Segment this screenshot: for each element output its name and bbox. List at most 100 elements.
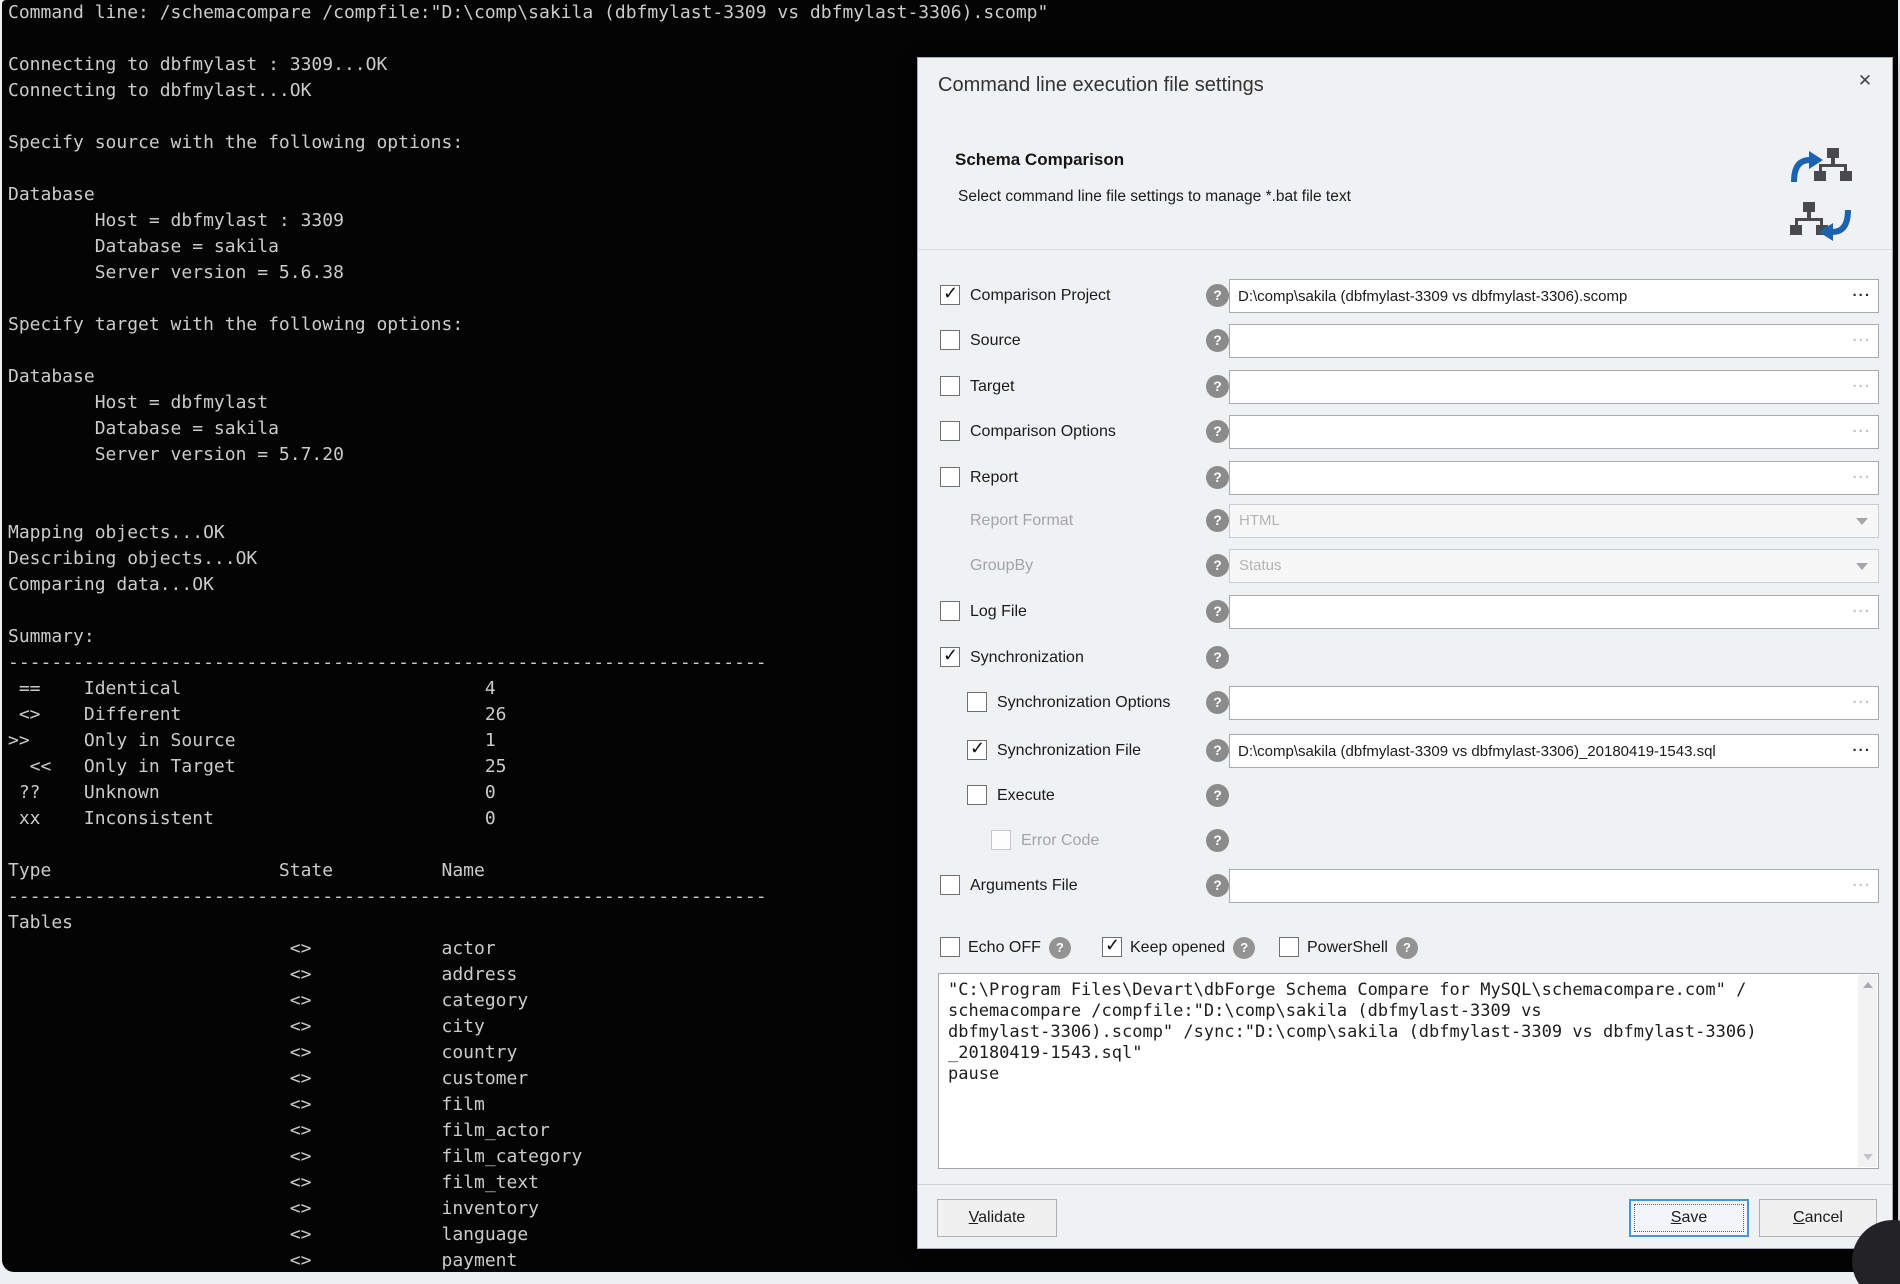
- source-checkbox[interactable]: [940, 330, 960, 350]
- scroll-down-icon[interactable]: [1863, 1154, 1873, 1160]
- help-icon[interactable]: ?: [1206, 874, 1229, 897]
- browse-button[interactable]: ...: [1852, 690, 1871, 707]
- help-icon[interactable]: ?: [1206, 420, 1229, 443]
- help-icon[interactable]: ?: [1206, 284, 1229, 307]
- row-target: Target ? ...: [918, 370, 1892, 404]
- help-icon[interactable]: ?: [1206, 509, 1229, 532]
- validate-button[interactable]: Validate: [937, 1199, 1057, 1237]
- log-file-input[interactable]: [1229, 595, 1879, 629]
- cancel-mnemonic: C: [1793, 1209, 1805, 1226]
- comparison-project-checkbox[interactable]: [940, 285, 960, 305]
- browse-button[interactable]: ...: [1852, 283, 1871, 300]
- report-format-label: Report Format: [970, 504, 1073, 538]
- header-divider: [918, 249, 1892, 250]
- synchronization-label: Synchronization: [970, 641, 1084, 675]
- powershell-checkbox[interactable]: [1279, 937, 1299, 957]
- report-input[interactable]: [1229, 461, 1879, 495]
- echo-off-checkbox[interactable]: [940, 937, 960, 957]
- row-synchronization: Synchronization ?: [918, 641, 1892, 675]
- help-icon[interactable]: ?: [1206, 691, 1229, 714]
- help-icon[interactable]: ?: [1206, 554, 1229, 577]
- row-comparison-options: Comparison Options ? ...: [918, 415, 1892, 449]
- target-checkbox[interactable]: [940, 376, 960, 396]
- report-format-combobox: HTML: [1229, 504, 1879, 538]
- row-bat-options: Echo OFF? Keep opened? PowerShell?: [918, 931, 1892, 965]
- bat-file-text: "C:\Program Files\Devart\dbForge Schema …: [948, 980, 1852, 1164]
- synchronization-options-input[interactable]: [1229, 686, 1879, 720]
- browse-button[interactable]: ...: [1852, 419, 1871, 436]
- arguments-file-input[interactable]: [1229, 869, 1879, 903]
- row-log-file: Log File ? ...: [918, 595, 1892, 629]
- help-icon[interactable]: ?: [1206, 784, 1229, 807]
- comparison-project-label: Comparison Project: [970, 279, 1111, 313]
- bat-file-textarea[interactable]: "C:\Program Files\Devart\dbForge Schema …: [938, 973, 1879, 1169]
- synchronization-file-label: Synchronization File: [997, 734, 1141, 768]
- synchronization-checkbox[interactable]: [940, 647, 960, 667]
- help-icon[interactable]: ?: [1206, 646, 1229, 669]
- screenshot-root: Command line: /schemacompare /compfile:"…: [0, 0, 1900, 1284]
- row-groupby: GroupBy ? Status: [918, 549, 1892, 583]
- row-error-code: Error Code ?: [918, 824, 1892, 858]
- row-synchronization-options: Synchronization Options ? ...: [918, 686, 1892, 720]
- report-checkbox[interactable]: [940, 467, 960, 487]
- help-icon[interactable]: ?: [1206, 329, 1229, 352]
- help-icon[interactable]: ?: [1206, 739, 1229, 762]
- browse-button[interactable]: ...: [1852, 599, 1871, 616]
- save-button[interactable]: Save: [1629, 1199, 1749, 1237]
- synchronization-options-checkbox[interactable]: [967, 692, 987, 712]
- browse-button[interactable]: ...: [1852, 328, 1871, 345]
- close-icon[interactable]: ✕: [1850, 66, 1880, 96]
- validate-rest: alidate: [978, 1209, 1025, 1226]
- keep-opened-label: Keep opened?: [1130, 931, 1255, 965]
- arguments-file-checkbox[interactable]: [940, 875, 960, 895]
- textarea-scrollbar[interactable]: [1858, 975, 1877, 1167]
- synchronization-file-input[interactable]: [1229, 734, 1879, 768]
- execute-checkbox[interactable]: [967, 785, 987, 805]
- help-icon[interactable]: ?: [1206, 829, 1229, 852]
- synchronization-file-checkbox[interactable]: [967, 740, 987, 760]
- help-icon[interactable]: ?: [1049, 937, 1071, 959]
- save-rest: ave: [1681, 1209, 1707, 1226]
- target-input[interactable]: [1229, 370, 1879, 404]
- browse-button[interactable]: ...: [1852, 873, 1871, 890]
- dialog-subtitle: Select command line file settings to man…: [958, 188, 1351, 206]
- row-arguments-file: Arguments File ? ...: [918, 869, 1892, 903]
- browse-button[interactable]: ...: [1852, 374, 1871, 391]
- source-input[interactable]: [1229, 324, 1879, 358]
- command-line-settings-dialog: Command line execution file settings ✕ S…: [917, 57, 1893, 1249]
- comparison-options-checkbox[interactable]: [940, 421, 960, 441]
- scroll-up-icon[interactable]: [1863, 982, 1873, 988]
- help-icon[interactable]: ?: [1396, 937, 1418, 959]
- comparison-project-input[interactable]: [1229, 279, 1879, 313]
- validate-mnemonic: V: [969, 1209, 978, 1226]
- echo-off-label: Echo OFF?: [968, 931, 1071, 965]
- help-icon[interactable]: ?: [1206, 466, 1229, 489]
- dialog-title: Command line execution file settings: [938, 74, 1264, 97]
- row-source: Source ? ...: [918, 324, 1892, 358]
- source-label: Source: [970, 324, 1021, 358]
- keep-opened-text: Keep opened: [1130, 939, 1225, 956]
- error-code-checkbox: [991, 830, 1011, 850]
- chevron-down-icon: [1856, 518, 1868, 525]
- terminal-output: Command line: /schemacompare /compfile:"…: [8, 0, 1048, 1272]
- browse-button[interactable]: ...: [1852, 738, 1871, 755]
- row-comparison-project: Comparison Project ? ...: [918, 279, 1892, 313]
- keep-opened-checkbox[interactable]: [1102, 937, 1122, 957]
- error-code-label: Error Code: [1021, 824, 1099, 858]
- help-icon[interactable]: ?: [1206, 375, 1229, 398]
- groupby-label: GroupBy: [970, 549, 1033, 583]
- schema-comparison-heading: Schema Comparison: [955, 150, 1124, 170]
- cancel-button[interactable]: Cancel: [1759, 1199, 1877, 1237]
- target-label: Target: [970, 370, 1014, 404]
- row-report: Report ? ...: [918, 461, 1892, 495]
- help-icon[interactable]: ?: [1206, 600, 1229, 623]
- help-icon[interactable]: ?: [1233, 937, 1255, 959]
- cancel-rest: ancel: [1805, 1209, 1843, 1226]
- browse-button[interactable]: ...: [1852, 465, 1871, 482]
- comparison-options-label: Comparison Options: [970, 415, 1116, 449]
- echo-off-text: Echo OFF: [968, 939, 1041, 956]
- arguments-file-label: Arguments File: [970, 869, 1078, 903]
- log-file-checkbox[interactable]: [940, 601, 960, 621]
- comparison-options-input[interactable]: [1229, 415, 1879, 449]
- footer-divider: [918, 1184, 1892, 1185]
